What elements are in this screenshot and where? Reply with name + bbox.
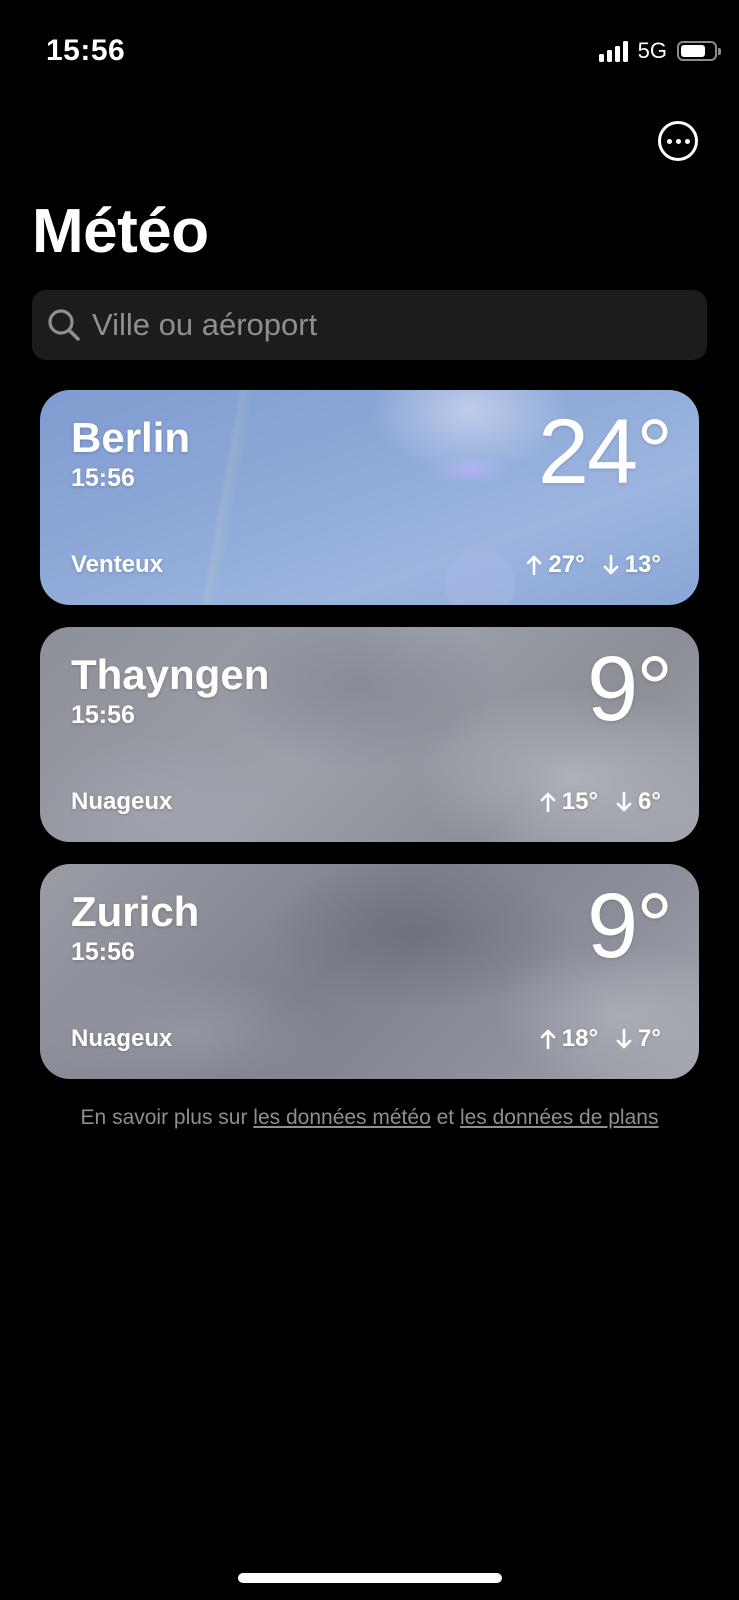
- page-title: Météo: [32, 197, 209, 266]
- search-icon: [48, 309, 80, 341]
- high-temperature: 27°: [526, 551, 585, 579]
- arrow-down-icon: [616, 792, 632, 812]
- current-temperature: 24°: [537, 401, 673, 503]
- weather-condition: Venteux: [71, 551, 164, 578]
- arrow-down-icon: [616, 1029, 632, 1049]
- city-local-time: 15:56: [71, 938, 135, 966]
- city-card-zurich[interactable]: Zurich 15:56 9° Nuageux 18° 7°: [40, 864, 699, 1079]
- temperature-range: 15° 6°: [540, 788, 661, 816]
- ellipsis-circle-icon: [666, 138, 672, 144]
- arrow-down-icon: [603, 555, 619, 575]
- more-options-button[interactable]: [658, 121, 698, 161]
- footer-note: En savoir plus sur les données météo et …: [80, 1106, 659, 1129]
- weather-condition: Nuageux: [71, 1025, 173, 1052]
- status-time: 15:56: [46, 34, 126, 67]
- temperature-range: 27° 13°: [526, 551, 661, 579]
- home-indicator[interactable]: [238, 1573, 502, 1583]
- current-temperature: 9°: [587, 638, 673, 740]
- temperature-range: 18° 7°: [540, 1025, 661, 1053]
- low-temperature: 7°: [616, 1025, 661, 1053]
- search-input[interactable]: Ville ou aéroport: [32, 290, 707, 360]
- battery-icon: [677, 41, 721, 61]
- search-placeholder: Ville ou aéroport: [92, 307, 318, 342]
- city-card-thayngen[interactable]: Thayngen 15:56 9° Nuageux 15° 6°: [40, 627, 699, 842]
- city-name: Thayngen: [71, 651, 270, 698]
- high-temperature: 18°: [540, 1025, 598, 1053]
- map-data-link[interactable]: les données de plans: [460, 1106, 659, 1129]
- status-indicators: 5G: [598, 38, 721, 64]
- battery-level: [681, 45, 705, 57]
- city-name: Berlin: [71, 414, 191, 461]
- cellular-signal-icon: [598, 40, 628, 62]
- city-card-berlin[interactable]: Berlin 15:56 24° Venteux 27° 13°: [40, 390, 699, 605]
- weather-data-link[interactable]: les données météo: [253, 1106, 430, 1129]
- city-name: Zurich: [71, 888, 200, 935]
- city-local-time: 15:56: [71, 464, 135, 492]
- network-type: 5G: [637, 38, 667, 63]
- current-temperature: 9°: [587, 875, 673, 977]
- low-temperature: 13°: [603, 551, 661, 579]
- arrow-up-icon: [540, 1029, 556, 1049]
- city-local-time: 15:56: [71, 701, 135, 729]
- arrow-up-icon: [527, 555, 542, 575]
- low-temperature: 6°: [616, 788, 661, 816]
- high-temperature: 15°: [540, 788, 598, 816]
- arrow-up-icon: [540, 792, 556, 812]
- weather-condition: Nuageux: [71, 788, 173, 815]
